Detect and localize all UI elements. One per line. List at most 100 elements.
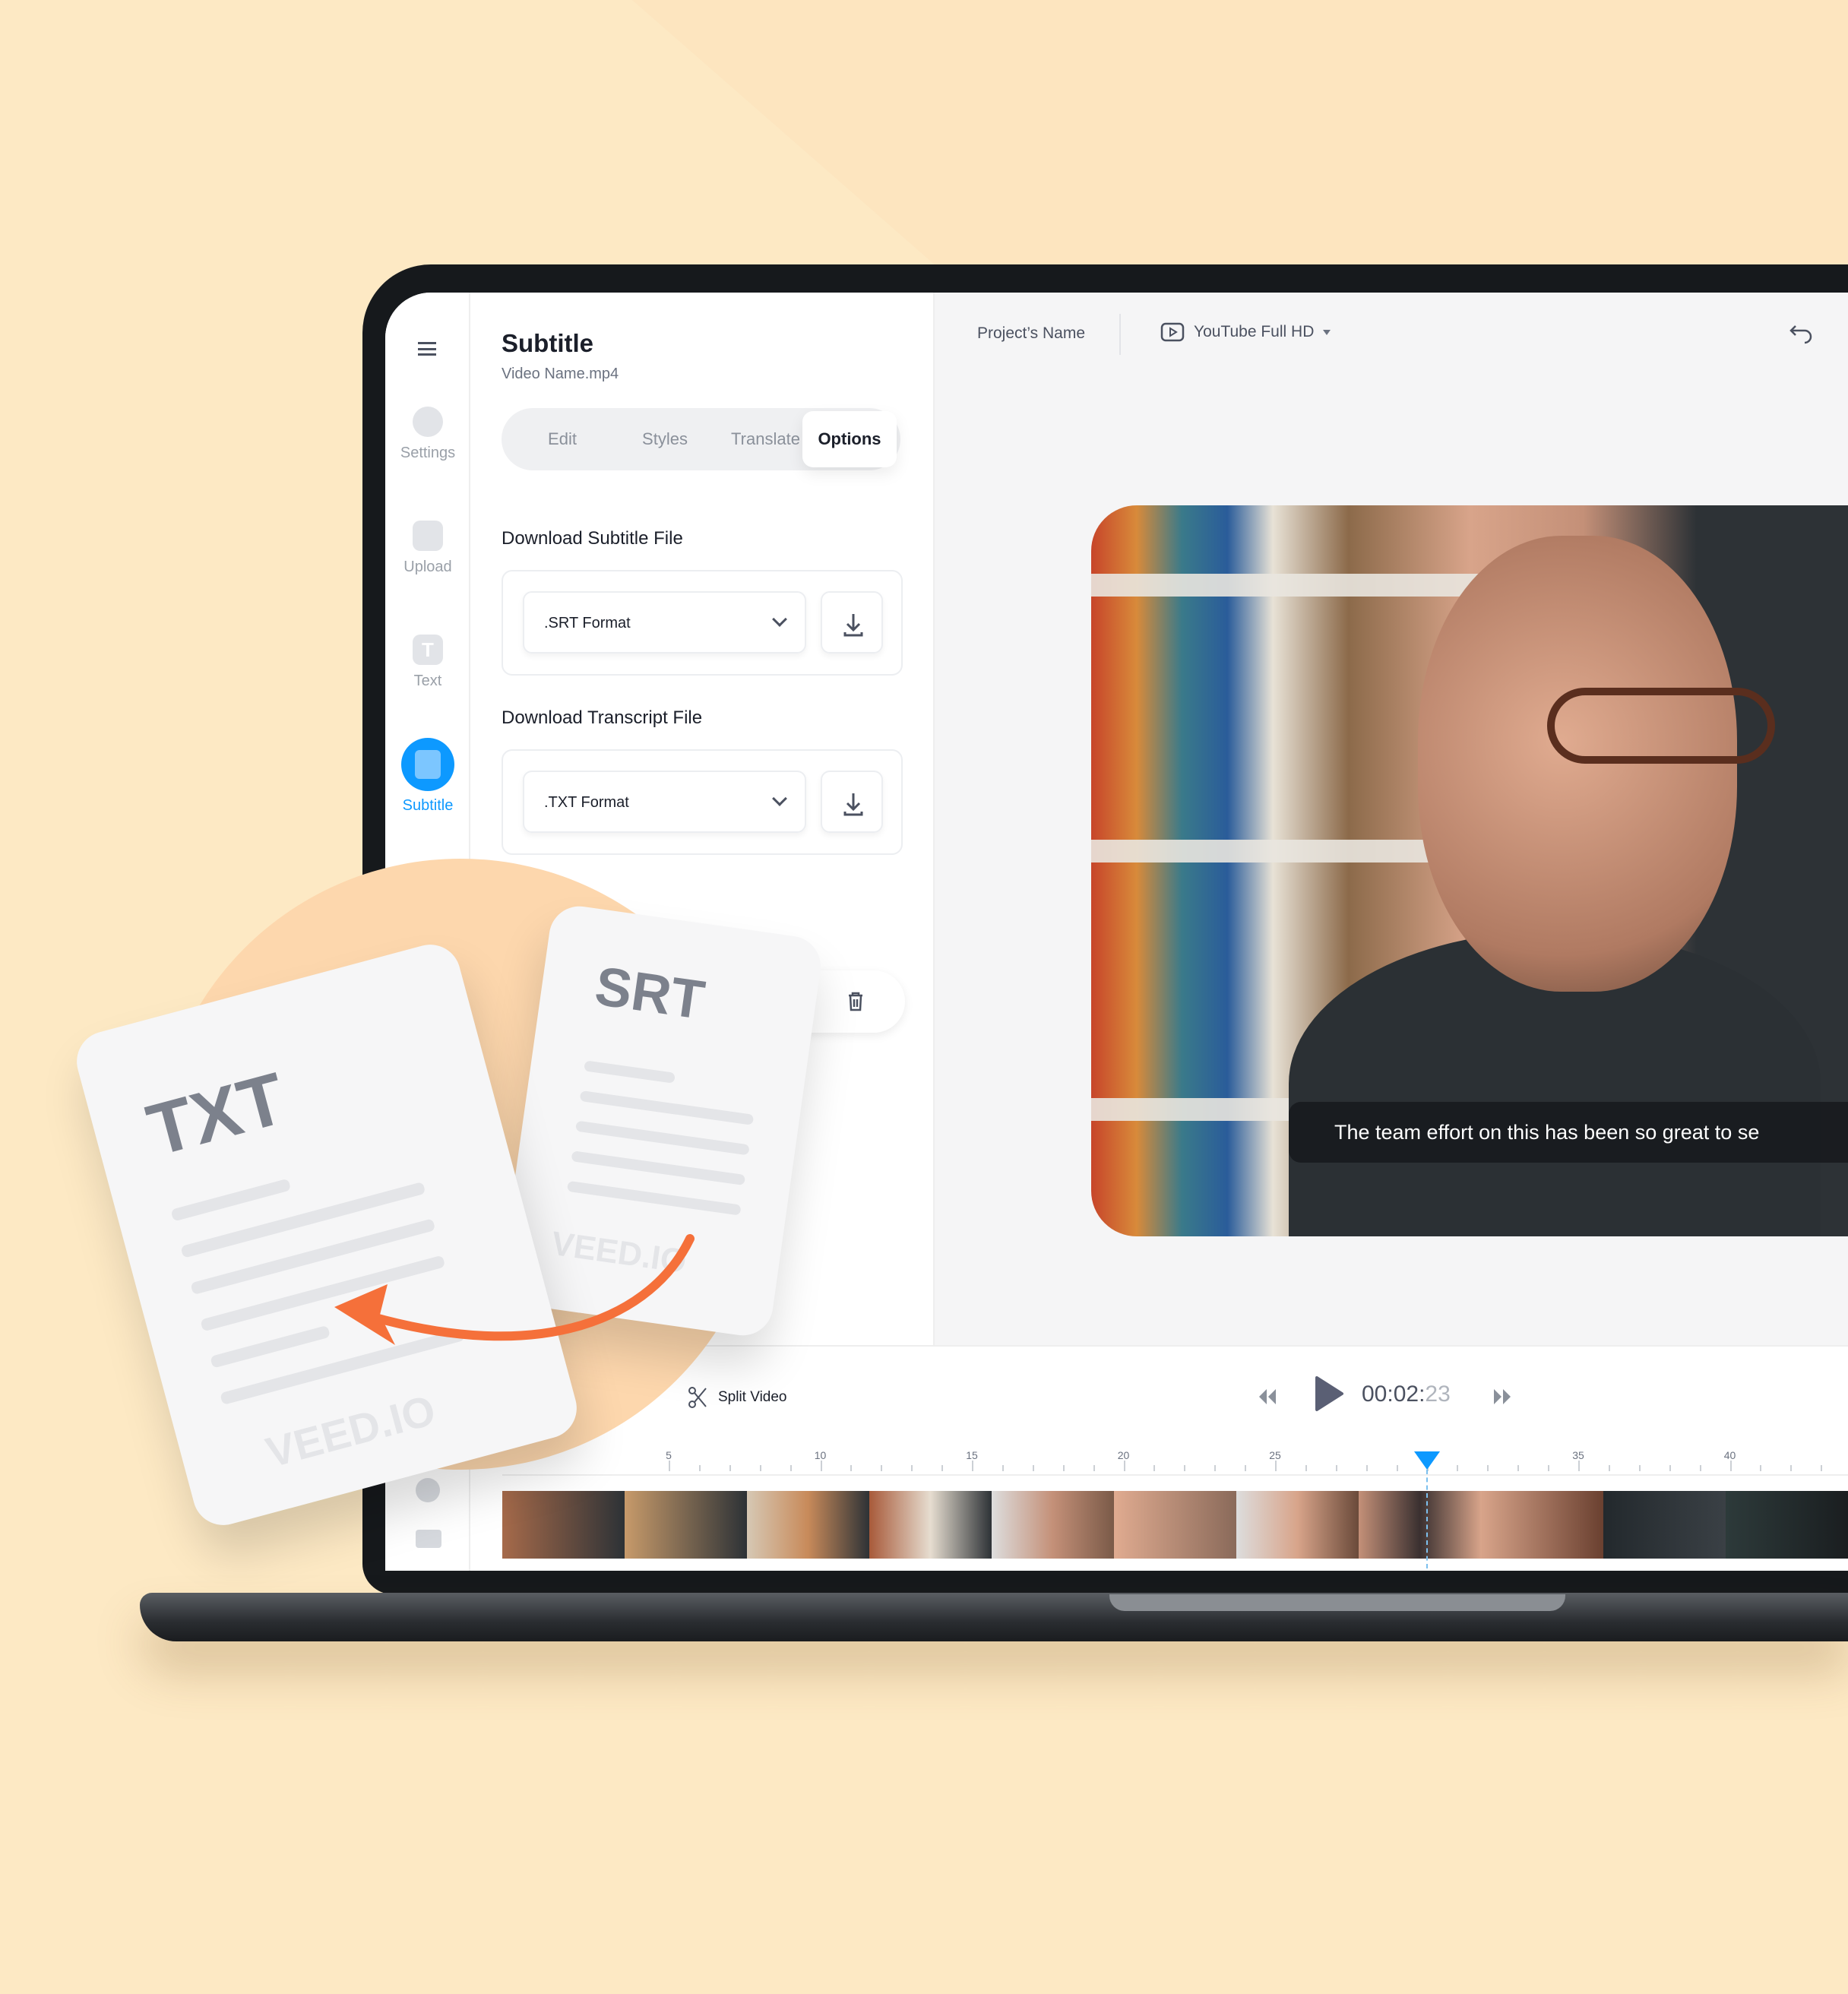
download-transcript-button[interactable]	[821, 771, 883, 833]
settings-icon	[413, 407, 443, 437]
caret-down-icon	[1323, 329, 1331, 335]
ruler-tick	[1790, 1465, 1793, 1471]
video-preview[interactable]: The team effort on this has been so grea…	[1091, 505, 1848, 1236]
text-icon: T	[413, 635, 443, 665]
preset-dropdown[interactable]: YouTube Full HD	[1160, 321, 1331, 343]
ruler-tick	[1517, 1465, 1520, 1471]
panel-title: Subtitle	[502, 329, 593, 357]
ruler-tick	[1123, 1461, 1125, 1471]
ruler-label: 10	[814, 1449, 827, 1461]
ruler-tick	[1335, 1465, 1337, 1471]
rewind-icon[interactable]	[1258, 1388, 1277, 1406]
timecode: 00:02:23	[1362, 1382, 1451, 1407]
ruler-tick	[1184, 1465, 1186, 1471]
sidebar-item-text[interactable]: T Text	[385, 635, 470, 690]
sidebar-item-upload[interactable]: Upload	[385, 521, 470, 576]
download-subtitle-label: Download Subtitle File	[502, 528, 683, 549]
ruler-tick	[1305, 1465, 1307, 1471]
ruler-label: 5	[666, 1449, 672, 1461]
header-divider	[1119, 314, 1121, 355]
tab-options[interactable]: Options	[802, 411, 897, 467]
ruler-tick	[1548, 1465, 1550, 1471]
filmstrip[interactable]	[502, 1491, 1848, 1559]
fast-forward-icon[interactable]	[1492, 1388, 1512, 1406]
ruler-label: 15	[966, 1449, 978, 1461]
ruler-tick	[790, 1465, 792, 1471]
scissors-icon	[688, 1387, 707, 1408]
ruler-tick	[1638, 1465, 1641, 1471]
ruler-tick	[1214, 1465, 1217, 1471]
download-icon	[843, 793, 863, 816]
playhead-line	[1426, 1470, 1428, 1568]
ruler-tick	[1245, 1465, 1247, 1471]
ruler-label: 20	[1117, 1449, 1130, 1461]
upload-icon	[413, 521, 443, 551]
ruler-tick	[1821, 1465, 1823, 1471]
ruler-label: 35	[1572, 1449, 1584, 1461]
tab-translate[interactable]: Translate	[714, 408, 817, 470]
ruler-tick	[820, 1461, 822, 1471]
arrow-icon	[334, 1234, 695, 1345]
keyboard-icon[interactable]	[416, 1530, 441, 1548]
laptop-base	[140, 1593, 1848, 1641]
person-face	[1418, 536, 1737, 992]
download-transcript-label: Download Transcript File	[502, 707, 703, 728]
ruler-tick	[698, 1465, 701, 1471]
ruler-tick	[941, 1465, 944, 1471]
transcript-download-box: .TXT Format	[502, 749, 903, 855]
download-icon	[843, 614, 863, 637]
sidebar-item-subtitle[interactable]: Subtitle	[385, 738, 470, 815]
playhead[interactable]	[1414, 1451, 1440, 1470]
subtitle-download-box: .SRT Format	[502, 570, 903, 676]
sidebar-item-settings[interactable]: Settings	[385, 407, 470, 462]
play-icon[interactable]	[1314, 1375, 1344, 1412]
ruler-tick	[1093, 1465, 1095, 1471]
ruler-label: 25	[1269, 1449, 1281, 1461]
ruler-tick	[972, 1461, 973, 1471]
tab-bar: Edit Styles Translate Options	[502, 408, 900, 470]
ruler-tick	[759, 1465, 761, 1471]
glasses	[1547, 688, 1775, 764]
ruler-baseline	[502, 1474, 1848, 1476]
video-filename: Video Name.mp4	[502, 366, 619, 382]
tab-edit[interactable]: Edit	[517, 408, 608, 470]
subtitle-format-select[interactable]: .SRT Format	[523, 591, 806, 654]
ruler-tick	[1062, 1465, 1065, 1471]
transcript-format-select[interactable]: .TXT Format	[523, 771, 806, 833]
ruler-label: 40	[1723, 1449, 1736, 1461]
ruler-tick	[1669, 1465, 1671, 1471]
ruler-tick	[1002, 1465, 1004, 1471]
ruler-tick	[1396, 1465, 1398, 1471]
ruler-tick	[1760, 1465, 1762, 1471]
ruler-tick	[1457, 1465, 1459, 1471]
ruler-tick	[1275, 1461, 1277, 1471]
ruler-tick	[1153, 1465, 1156, 1471]
ruler-tick	[881, 1465, 883, 1471]
ruler-tick	[1365, 1465, 1368, 1471]
split-video-button[interactable]: Split Video	[688, 1386, 787, 1409]
ruler-tick	[1487, 1465, 1489, 1471]
ruler-tick	[1729, 1461, 1732, 1471]
subtitle-icon	[401, 738, 454, 791]
trash-icon[interactable]	[843, 989, 869, 1014]
laptop-notch	[1109, 1594, 1565, 1611]
ruler-tick	[669, 1461, 670, 1471]
ruler-tick	[729, 1465, 731, 1471]
undo-icon[interactable]	[1788, 321, 1814, 344]
preview-area: Project’s Name YouTube Full HD The team …	[935, 293, 1848, 1345]
chevron-down-icon	[772, 612, 787, 627]
project-name[interactable]: Project’s Name	[977, 324, 1085, 343]
menu-icon[interactable]	[418, 342, 436, 356]
ruler-tick	[850, 1465, 853, 1471]
chevron-down-icon	[772, 791, 787, 806]
tab-styles[interactable]: Styles	[615, 408, 714, 470]
download-subtitle-button[interactable]	[821, 591, 883, 654]
ruler-tick	[1699, 1465, 1701, 1471]
ruler-tick	[1608, 1465, 1610, 1471]
help-icon[interactable]	[416, 1478, 440, 1502]
ruler-tick	[1032, 1465, 1034, 1471]
ruler-tick	[911, 1465, 913, 1471]
ruler-tick	[1578, 1461, 1580, 1471]
subtitle-caption: The team effort on this has been so grea…	[1334, 1121, 1760, 1144]
video-icon	[1160, 322, 1185, 342]
